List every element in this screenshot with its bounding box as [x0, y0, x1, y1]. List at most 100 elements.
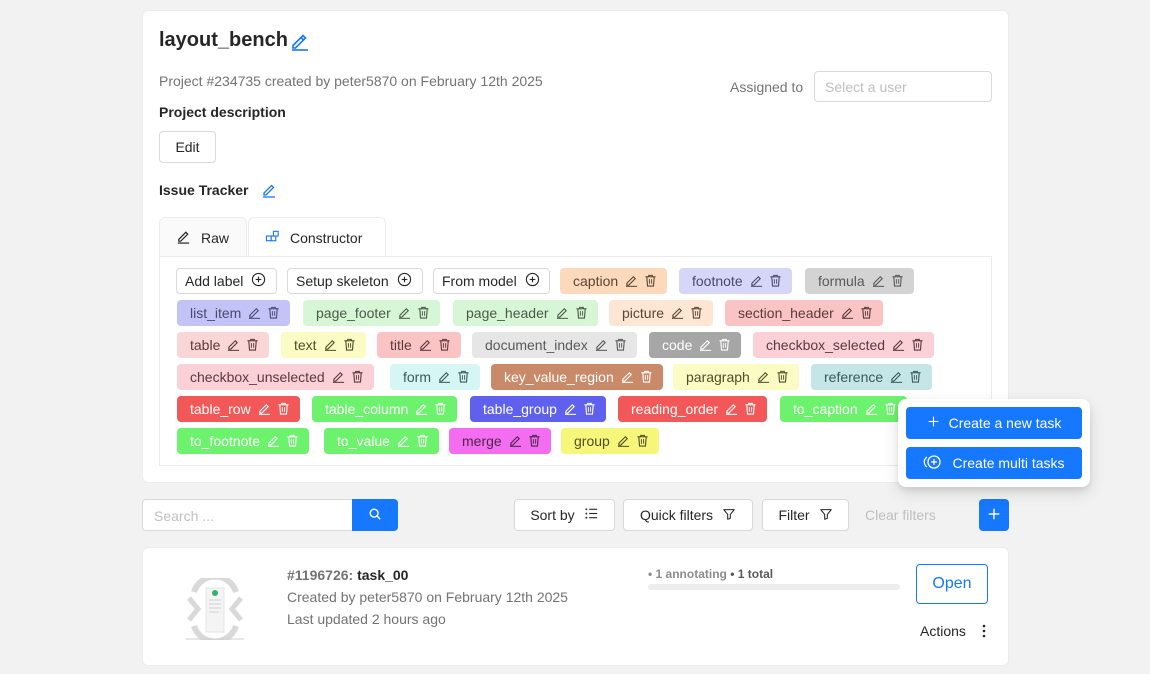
- pencil-icon[interactable]: [324, 338, 338, 352]
- trash-icon[interactable]: [416, 434, 430, 448]
- pencil-icon[interactable]: [332, 370, 346, 384]
- label-chip-to-caption[interactable]: to_caption: [780, 396, 907, 422]
- trash-icon[interactable]: [434, 402, 448, 416]
- create-new-task-button[interactable]: Create a new task: [906, 407, 1082, 439]
- pencil-icon[interactable]: [509, 434, 523, 448]
- task-name[interactable]: task_00: [357, 567, 408, 583]
- trash-icon[interactable]: [640, 370, 654, 384]
- pencil-icon[interactable]: [556, 306, 570, 320]
- create-task-menu-button[interactable]: [979, 499, 1009, 531]
- search-button[interactable]: [352, 499, 398, 531]
- label-chip-footnote[interactable]: footnote: [679, 268, 792, 294]
- pencil-icon[interactable]: [248, 306, 262, 320]
- trash-icon[interactable]: [438, 338, 452, 352]
- label-chip-reference[interactable]: reference: [811, 364, 933, 390]
- trash-icon[interactable]: [457, 370, 471, 384]
- tab-raw[interactable]: Raw: [159, 217, 247, 257]
- label-chip-document-index[interactable]: document_index: [472, 332, 637, 358]
- pencil-icon[interactable]: [564, 402, 578, 416]
- label-chip-checkbox-selected[interactable]: checkbox_selected: [753, 332, 935, 358]
- label-chip-list-item[interactable]: list_item: [177, 300, 291, 326]
- pencil-icon[interactable]: [757, 370, 771, 384]
- label-chip-table-column[interactable]: table_column: [312, 396, 458, 422]
- label-chip-group[interactable]: group: [561, 428, 659, 454]
- quick-filters-button[interactable]: Quick filters: [623, 499, 753, 531]
- label-chip-formula[interactable]: formula: [805, 268, 914, 294]
- pencil-icon[interactable]: [258, 402, 272, 416]
- trash-icon[interactable]: [277, 402, 291, 416]
- filter-button[interactable]: Filter: [762, 499, 849, 531]
- label-chip-title[interactable]: title: [377, 332, 461, 358]
- trash-icon[interactable]: [246, 338, 260, 352]
- trash-icon[interactable]: [351, 370, 365, 384]
- trash-icon[interactable]: [417, 306, 431, 320]
- pencil-icon[interactable]: [750, 274, 764, 288]
- pencil-icon[interactable]: [617, 434, 631, 448]
- trash-icon[interactable]: [583, 402, 597, 416]
- label-chip-code[interactable]: code: [649, 332, 742, 358]
- label-chip-merge[interactable]: merge: [449, 428, 551, 454]
- trash-icon[interactable]: [744, 402, 758, 416]
- trash-icon[interactable]: [860, 306, 874, 320]
- pencil-icon[interactable]: [625, 274, 639, 288]
- label-chip-form[interactable]: form: [390, 364, 480, 390]
- label-chip-reading-order[interactable]: reading_order: [618, 396, 768, 422]
- label-chip-key-value-region[interactable]: key_value_region: [491, 364, 663, 390]
- sort-by-button[interactable]: Sort by: [514, 499, 615, 531]
- label-chip-table-row[interactable]: table_row: [177, 396, 300, 422]
- label-chip-checkbox-unselected[interactable]: checkbox_unselected: [177, 364, 374, 390]
- pencil-icon[interactable]: [227, 338, 241, 352]
- label-chip-section-header[interactable]: section_header: [725, 300, 883, 326]
- pencil-icon[interactable]: [890, 370, 904, 384]
- edit-description-button[interactable]: Edit: [159, 131, 216, 163]
- label-chip-page-footer[interactable]: page_footer: [303, 300, 440, 326]
- search-input[interactable]: Search ...: [142, 499, 353, 531]
- trash-icon[interactable]: [909, 370, 923, 384]
- clear-filters-button[interactable]: Clear filters: [865, 507, 936, 523]
- pencil-icon[interactable]: [671, 306, 685, 320]
- trash-icon[interactable]: [614, 338, 628, 352]
- label-chip-text[interactable]: text: [281, 332, 366, 358]
- trash-icon[interactable]: [884, 402, 898, 416]
- pencil-icon[interactable]: [419, 338, 433, 352]
- pencil-icon[interactable]: [865, 402, 879, 416]
- trash-icon[interactable]: [267, 306, 281, 320]
- trash-icon[interactable]: [776, 370, 790, 384]
- trash-icon[interactable]: [286, 434, 300, 448]
- trash-icon[interactable]: [769, 274, 783, 288]
- label-chip-page-header[interactable]: page_header: [453, 300, 598, 326]
- label-chip-table-group[interactable]: table_group: [470, 396, 606, 422]
- label-chip-table[interactable]: table: [177, 332, 270, 358]
- setup-skeleton-button[interactable]: Setup skeleton: [287, 268, 423, 294]
- label-chip-caption[interactable]: caption: [560, 268, 668, 294]
- trash-icon[interactable]: [891, 274, 905, 288]
- pencil-icon[interactable]: [621, 370, 635, 384]
- pencil-icon[interactable]: [595, 338, 609, 352]
- assignee-select[interactable]: Select a user: [814, 71, 992, 102]
- open-task-button[interactable]: Open: [916, 564, 988, 604]
- tab-constructor[interactable]: Constructor: [248, 217, 386, 258]
- trash-icon[interactable]: [718, 338, 732, 352]
- actions-label[interactable]: Actions: [920, 623, 966, 639]
- label-chip-to-value[interactable]: to_value: [324, 428, 439, 454]
- pencil-icon[interactable]: [438, 370, 452, 384]
- from-model-button[interactable]: From model: [433, 268, 550, 294]
- trash-icon[interactable]: [528, 434, 542, 448]
- pencil-icon[interactable]: [415, 402, 429, 416]
- trash-icon[interactable]: [644, 274, 658, 288]
- trash-icon[interactable]: [343, 338, 357, 352]
- create-multi-tasks-button[interactable]: Create multi tasks: [906, 447, 1082, 479]
- trash-icon[interactable]: [575, 306, 589, 320]
- trash-icon[interactable]: [690, 306, 704, 320]
- trash-icon[interactable]: [636, 434, 650, 448]
- pencil-icon[interactable]: [398, 306, 412, 320]
- add-label-button[interactable]: Add label: [176, 268, 277, 294]
- pencil-icon[interactable]: [397, 434, 411, 448]
- edit-title-icon[interactable]: [290, 31, 310, 51]
- pencil-icon[interactable]: [892, 338, 906, 352]
- label-chip-to-footnote[interactable]: to_footnote: [177, 428, 310, 454]
- task-thumbnail[interactable]: [186, 573, 244, 645]
- label-chip-paragraph[interactable]: paragraph: [673, 364, 799, 390]
- edit-issue-tracker-icon[interactable]: [261, 182, 277, 198]
- pencil-icon[interactable]: [841, 306, 855, 320]
